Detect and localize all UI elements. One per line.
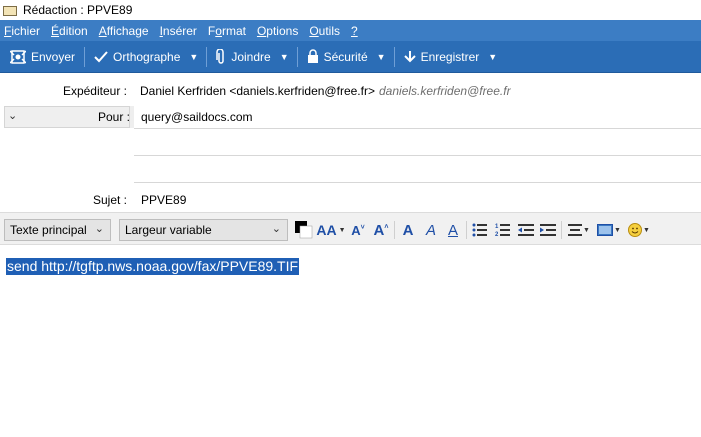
increase-font-button[interactable]: A˄ <box>372 221 390 239</box>
to-value: query@saildocs.com <box>141 110 253 124</box>
recipient-row: ⌄ Pour : query@saildocs.com <box>4 106 701 128</box>
outdent-icon <box>518 224 534 236</box>
divider <box>134 182 701 183</box>
security-dropdown[interactable]: ▼ <box>373 45 390 69</box>
menu-bar: Fichier Édition Affichage Insérer Format… <box>0 20 701 41</box>
menu-outils[interactable]: Outils <box>309 24 340 38</box>
toolbar-separator <box>296 46 298 67</box>
font-value: Largeur variable <box>125 223 212 237</box>
attach-button[interactable]: Joindre <box>211 45 275 69</box>
send-label: Envoyer <box>31 49 76 64</box>
paragraph-style-select[interactable]: Texte principal ⌄ <box>4 219 111 241</box>
svg-text:2: 2 <box>495 232 499 237</box>
bold-icon: A <box>402 221 414 239</box>
format-separator <box>466 221 467 239</box>
svg-text:1: 1 <box>495 224 499 230</box>
title-bar: Rédaction : PPVE89 <box>0 0 701 20</box>
checkmark-icon <box>94 50 108 62</box>
text-color-button[interactable] <box>294 221 314 239</box>
toolbar-separator <box>393 46 395 67</box>
chevron-down-icon: ⌄ <box>271 223 281 235</box>
menu-format[interactable]: Format <box>208 24 246 38</box>
underline-icon: A <box>447 221 458 239</box>
larger-font-icon: A˄ <box>373 221 389 239</box>
bullet-list-button[interactable] <box>471 221 489 239</box>
body-selected-text[interactable]: send http://tgftp.nws.noaa.gov/fax/PPVE8… <box>6 258 300 275</box>
color-swatch-icon <box>295 221 313 239</box>
attach-dropdown[interactable]: ▼ <box>276 45 293 69</box>
menu-inserer[interactable]: Insérer <box>160 24 197 38</box>
spellcheck-button[interactable]: Orthographe <box>89 45 185 69</box>
align-left-icon <box>568 224 583 236</box>
paperclip-icon <box>216 48 225 64</box>
format-separator <box>394 221 395 239</box>
lock-icon <box>307 49 318 63</box>
download-arrow-icon <box>403 50 416 62</box>
attach-label: Joindre <box>231 49 271 64</box>
to-label: Pour : <box>98 110 131 124</box>
bold-button[interactable]: A <box>400 221 416 239</box>
from-row: Expéditeur : Daniel Kerfriden <daniels.k… <box>0 79 701 103</box>
send-button[interactable]: Envoyer <box>5 45 80 69</box>
save-label: Enregistrer <box>420 49 480 64</box>
indent-button[interactable] <box>539 221 557 239</box>
format-toolbar: Texte principal ⌄ Largeur variable ⌄ AA ▼… <box>0 212 701 245</box>
indent-icon <box>540 224 556 236</box>
envelope-icon <box>3 5 17 16</box>
message-body[interactable]: send http://tgftp.nws.noaa.gov/fax/PPVE8… <box>0 246 701 437</box>
menu-edition[interactable]: Édition <box>51 24 88 38</box>
insert-button[interactable]: ▼ <box>596 221 622 239</box>
numbered-list-button[interactable]: 1 2 <box>494 221 512 239</box>
align-button[interactable]: ▼ <box>567 221 591 239</box>
spellcheck-dropdown[interactable]: ▼ <box>185 45 202 69</box>
security-label: Sécurité <box>323 49 368 64</box>
smiley-icon <box>628 223 643 237</box>
decrease-font-button[interactable]: A˅ <box>350 221 366 239</box>
chevron-down-icon[interactable]: ⌄ <box>8 109 17 122</box>
image-icon <box>597 224 614 236</box>
italic-icon: A <box>425 221 436 239</box>
compose-toolbar: Envoyer Orthographe ▼ Joindre ▼ Sécurité… <box>0 41 701 73</box>
font-size-icon: AA <box>316 222 337 238</box>
divider <box>134 128 701 129</box>
window-title: Rédaction : PPVE89 <box>23 3 133 17</box>
save-button[interactable]: Enregistrer <box>399 45 485 69</box>
font-select[interactable]: Largeur variable ⌄ <box>119 219 288 241</box>
menu-options[interactable]: Options <box>257 24 298 38</box>
numbered-list-icon: 1 2 <box>495 224 510 237</box>
underline-button[interactable]: A <box>445 221 461 239</box>
spellcheck-label: Orthographe <box>113 49 181 64</box>
bullet-list-icon <box>472 223 487 237</box>
format-separator <box>561 221 562 239</box>
paragraph-style-value: Texte principal <box>10 223 87 237</box>
menu-affichage[interactable]: Affichage <box>99 24 149 38</box>
save-dropdown[interactable]: ▼ <box>484 45 501 69</box>
security-button[interactable]: Sécurité <box>302 45 373 69</box>
chevron-down-icon: ⌄ <box>94 223 104 235</box>
to-field[interactable]: query@saildocs.com <box>134 106 701 128</box>
from-select[interactable]: Daniel Kerfriden <daniels.kerfriden@free… <box>140 84 375 98</box>
divider <box>134 155 701 156</box>
subject-label: Sujet : <box>93 193 128 207</box>
from-identity: daniels.kerfriden@free.fr <box>379 84 511 98</box>
menu-fichier[interactable]: Fichier <box>4 24 40 38</box>
subject-field[interactable]: PPVE89 <box>141 193 186 207</box>
menu-aide[interactable]: ? <box>351 24 358 38</box>
from-label: Expéditeur : <box>62 84 127 98</box>
send-icon <box>10 49 26 64</box>
message-header: Expéditeur : Daniel Kerfriden <daniels.k… <box>0 73 701 212</box>
smaller-font-icon: A˅ <box>351 222 365 238</box>
italic-button[interactable]: A <box>423 221 439 239</box>
emoticon-button[interactable]: ▼ <box>626 221 652 239</box>
toolbar-separator <box>84 46 86 67</box>
font-size-button[interactable]: AA ▼ <box>316 221 345 239</box>
toolbar-separator <box>206 46 208 67</box>
outdent-button[interactable] <box>517 221 535 239</box>
